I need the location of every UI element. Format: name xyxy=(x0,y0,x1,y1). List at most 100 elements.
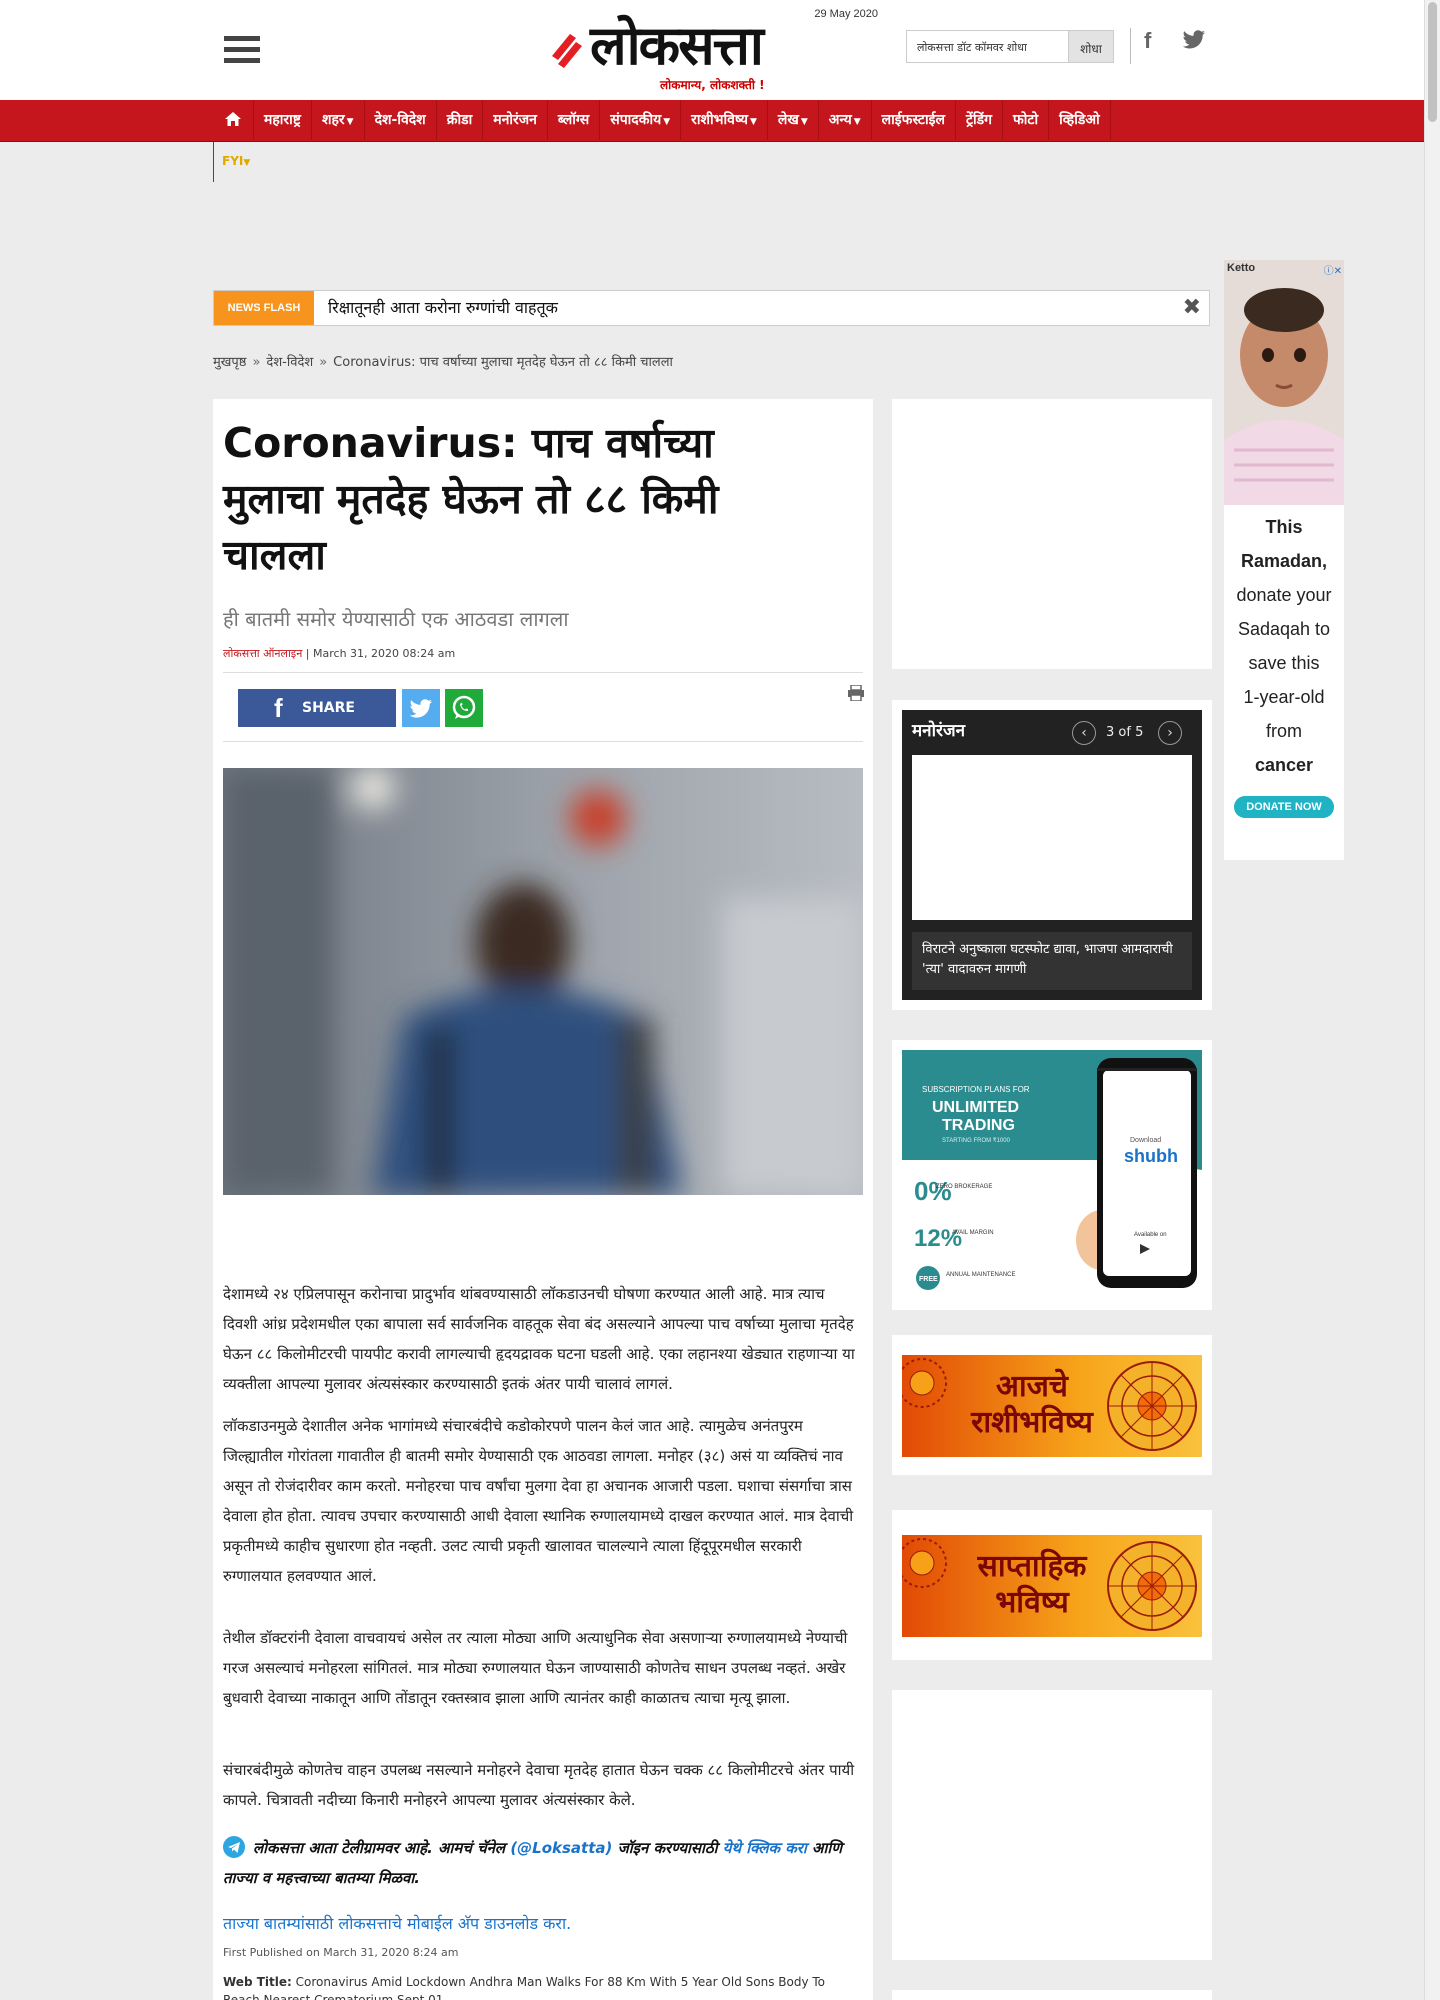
logo-text: लोकसत्ता xyxy=(590,14,764,77)
chevron-right-icon[interactable]: › xyxy=(1158,721,1182,745)
close-icon[interactable]: ✖ xyxy=(1183,295,1201,320)
chevron-down-icon: ▼ xyxy=(800,117,808,127)
nav-item-label: शहर xyxy=(321,112,345,128)
main-nav: महाराष्ट्र शहर ▼ देश-विदेश क्रीडा मनोरंजन ब्लॉ… xyxy=(0,100,1424,142)
article-hero-image xyxy=(223,768,863,1195)
nav-item[interactable]: संपादकीय ▼ xyxy=(600,100,682,142)
rashi-ad-box: आजचे राशीभविष्य xyxy=(892,1335,1212,1475)
nav-item[interactable]: लाईफस्टाईल xyxy=(872,100,956,142)
ad-line: 1-year-old xyxy=(1243,687,1325,707)
menu-icon[interactable] xyxy=(224,36,260,66)
telegram-text: जॉइन करण्यासाठी xyxy=(612,1839,723,1857)
nav-item-label: संपादकीय xyxy=(610,112,662,128)
nav-item[interactable]: ट्रेंडिंग xyxy=(956,100,1004,142)
nav-item-label: महाराष्ट्र xyxy=(264,112,301,128)
svg-text:AVAIL MARGIN: AVAIL MARGIN xyxy=(952,1230,994,1236)
nav-item[interactable]: देश-विदेश xyxy=(365,100,437,142)
scrollbar-thumb[interactable] xyxy=(1428,2,1437,122)
home-icon[interactable] xyxy=(213,100,254,142)
ad-choices-icon[interactable]: ⓘ✕ xyxy=(1324,262,1342,277)
ad-line: Sadaqah to xyxy=(1237,619,1331,639)
nav-fyi[interactable]: FYI▼ xyxy=(213,142,258,182)
chevron-left-icon[interactable]: ‹ xyxy=(1072,721,1096,745)
news-flash-headline[interactable]: रिक्षातूनही आता करोना रुग्णांची वाहतूक xyxy=(328,291,558,325)
ad-line: cancer xyxy=(1254,755,1314,775)
breadcrumb-separator: » xyxy=(319,355,328,370)
app-download-link[interactable]: ताज्या बातम्यांसाठी लोकसत्ताचे मोबाईल अ‍… xyxy=(223,1912,571,1934)
chevron-down-icon: ▼ xyxy=(853,117,861,127)
chevron-down-icon: ▼ xyxy=(346,117,354,127)
logo-tagline: लोकमान्य, लोकशक्ती ! xyxy=(660,78,765,92)
donate-now-button[interactable]: DONATE NOW xyxy=(1234,796,1334,818)
scrollbar[interactable] xyxy=(1424,0,1440,2000)
slide-caption[interactable]: विराटने अनुष्काला घटस्फोट द्यावा, भाजपा … xyxy=(912,932,1192,990)
svg-text:ANNUAL MAINTENANCE: ANNUAL MAINTENANCE xyxy=(946,1272,1015,1278)
news-flash-bar: NEWS FLASH रिक्षातूनही आता करोना रुग्णां… xyxy=(213,290,1210,326)
nav-item[interactable]: महाराष्ट्र xyxy=(254,100,312,142)
article-paragraph: तेथील डॉक्टरांनी देवाला वाचवायचं असेल तर… xyxy=(223,1629,848,1707)
twitter-icon xyxy=(409,699,432,718)
article-date: March 31, 2020 08:24 am xyxy=(313,647,456,660)
svg-text:shubh: shubh xyxy=(1124,1146,1178,1166)
article-byline: लोकसत्ता ऑनलाइन | March 31, 2020 08:24 a… xyxy=(223,647,456,660)
daily-horoscope-banner[interactable]: आजचे राशीभविष्य xyxy=(902,1355,1202,1457)
facebook-icon: f xyxy=(274,693,283,723)
divider xyxy=(223,672,863,673)
telegram-handle-link[interactable]: (@Loksatta) xyxy=(510,1839,612,1857)
entertainment-widget: मनोरंजन ‹ 3 of 5 › विराटने अनुष्काला घटस… xyxy=(892,700,1212,1010)
facebook-share-button[interactable]: f SHARE xyxy=(238,689,396,727)
article-author[interactable]: लोकसत्ता ऑनलाइन xyxy=(223,647,302,660)
nav-item[interactable]: शहर ▼ xyxy=(312,100,365,142)
sidebar-ad-slot xyxy=(892,1690,1212,1960)
ad-line: Ramadan, xyxy=(1240,551,1328,571)
nav-item[interactable]: मनोरंजन xyxy=(483,100,548,142)
telegram-click-link[interactable]: येथे क्लिक करा xyxy=(723,1839,807,1857)
daily-horoscope-label: आजचे राशीभविष्य xyxy=(971,1369,1093,1440)
weekly-horoscope-banner[interactable]: साप्ताहिक भविष्य xyxy=(902,1535,1202,1637)
svg-text:ZERO BROKERAGE: ZERO BROKERAGE xyxy=(936,1184,992,1190)
nav-item-label: देश-विदेश xyxy=(374,112,426,128)
svg-text:0%: 0% xyxy=(914,1176,952,1206)
ketto-ad[interactable]: Ketto ⓘ✕ This Ramadan, donate your Sadaq… xyxy=(1224,260,1344,860)
ad-line: save this xyxy=(1248,653,1320,673)
facebook-icon[interactable]: f xyxy=(1144,28,1151,54)
article-paragraph: संचारबंदीमुळे कोणतेच वाहन उपलब्ध नसल्यान… xyxy=(223,1761,855,1809)
article-paragraph: देशामध्ये २४ एप्रिलपासून करोनाचा प्रादुर… xyxy=(223,1285,855,1393)
shubh-ad-banner[interactable]: SUBSCRIPTION PLANS FOR UNLIMITED TRADING… xyxy=(902,1050,1202,1300)
ad-heading: SUBSCRIPTION PLANS FOR xyxy=(922,1085,1030,1094)
print-icon[interactable] xyxy=(847,685,865,701)
nav-item-label: लाईफस्टाईल xyxy=(881,112,945,128)
search-button[interactable]: शोधा xyxy=(1068,30,1114,63)
web-title-label: Web Title: xyxy=(223,1975,292,1989)
site-header: 29 May 2020 लोकसत्ता लोकमान्य, लोकशक्ती … xyxy=(0,0,1424,100)
nav-item[interactable]: फोटो xyxy=(1003,100,1050,142)
entertainment-title[interactable]: मनोरंजन xyxy=(912,718,965,741)
nav-item[interactable]: क्रीडा xyxy=(437,100,484,142)
nav-item[interactable]: अन्य ▼ xyxy=(819,100,872,142)
header-date: 29 May 2020 xyxy=(814,8,878,20)
twitter-icon[interactable] xyxy=(1182,30,1206,50)
site-logo[interactable]: 29 May 2020 लोकसत्ता लोकमान्य, लोकशक्ती … xyxy=(548,4,878,92)
page-title: Coronavirus: पाच वर्षाच्या मुलाचा मृतदेह… xyxy=(223,419,719,579)
breadcrumb-separator: » xyxy=(252,355,261,370)
twitter-share-button[interactable] xyxy=(402,689,440,727)
nav-item-label: अन्य xyxy=(828,112,852,128)
nav-item-label: राशीभविष्य xyxy=(691,112,748,128)
slide-image[interactable] xyxy=(912,755,1192,920)
entertainment-slider: मनोरंजन ‹ 3 of 5 › विराटने अनुष्काला घटस… xyxy=(902,710,1202,1000)
nav-item[interactable]: लेख ▼ xyxy=(768,100,819,142)
nav-item[interactable]: राशीभविष्य ▼ xyxy=(681,100,768,142)
breadcrumb-home[interactable]: मुखपृष्ठ xyxy=(213,355,246,370)
nav-item[interactable]: व्हिडिओ xyxy=(1049,100,1111,142)
whatsapp-share-button[interactable] xyxy=(445,689,483,727)
web-title-text: Coronavirus Amid Lockdown Andhra Man Wal… xyxy=(223,1975,825,2000)
chevron-down-icon: ▼ xyxy=(750,117,757,127)
svg-text:TRADING: TRADING xyxy=(942,1117,1015,1134)
sidebar-ad-slot xyxy=(892,399,1212,669)
breadcrumb-section[interactable]: देश-विदेश xyxy=(266,355,313,370)
nav-item[interactable]: ब्लॉग्स xyxy=(548,100,601,142)
shubh-ad: SUBSCRIPTION PLANS FOR UNLIMITED TRADING… xyxy=(892,1040,1212,1310)
svg-text:Download: Download xyxy=(1130,1137,1161,1144)
ad-line: from xyxy=(1266,721,1302,741)
divider xyxy=(223,741,863,742)
